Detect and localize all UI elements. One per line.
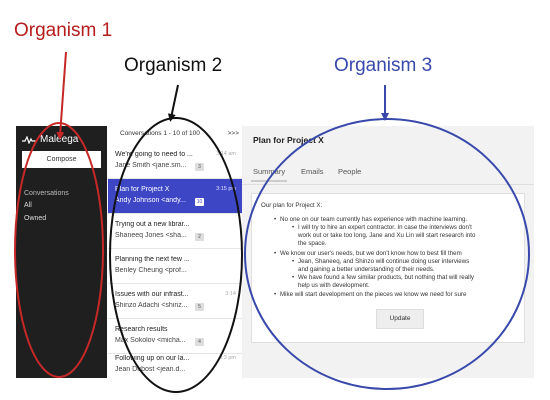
list-item-subject: Trying out a new librar... [115, 221, 190, 228]
message-count-badge: 4 [195, 338, 204, 346]
summary-subbullet-cont: and gaining a better understanding of th… [298, 266, 435, 273]
list-item[interactable]: Planning the next few ... Benley Cheung … [108, 249, 242, 284]
conversation-list: Conversations 1 - 10 of 100 >>> We're go… [108, 126, 242, 378]
list-item-sender: Shaneeq Jones <sha... [115, 232, 187, 239]
brand: Maleega [22, 134, 78, 145]
summary-bullet: No one on our team currently has experie… [274, 216, 467, 223]
list-item-subject: Issues with our infrast... [115, 291, 189, 298]
list-item-subject: Following up on our la... [115, 355, 190, 362]
list-item-sender: Max Sokolov <micha... [115, 337, 186, 344]
list-item-time: 3:14 [225, 291, 236, 297]
summary-intro: Our plan for Project X: [261, 202, 323, 209]
message-count-badge: 2 [195, 233, 204, 241]
sidebar: Maleega Compose Conversations All Owned [16, 126, 107, 378]
list-item-subject: Research results [115, 326, 168, 333]
list-item[interactable]: Trying out a new librar... Shaneeq Jones… [108, 214, 242, 249]
list-item-time: 3:3 pm [219, 355, 236, 361]
organism-1-label: Organism 1 [14, 20, 113, 41]
detail-title: Plan for Project X [253, 135, 324, 145]
list-item-sender: Shinzo Adachi <shinz... [115, 302, 188, 309]
list-item-time: 3:14 am [216, 151, 236, 157]
summary-panel: Our plan for Project X: No one on our te… [251, 193, 525, 343]
tab-people[interactable]: People [338, 167, 361, 176]
summary-subbullet: I will try to hire an expert contractor.… [292, 224, 472, 231]
list-item-sender: Benley Cheung <prof... [115, 267, 187, 274]
summary-subbullet: Jean, Shaneeq, and Shinzo will continue … [292, 258, 469, 265]
next-page-button[interactable]: >>> [228, 130, 239, 137]
summary-subbullet: We have found a few similar products, bu… [292, 274, 474, 281]
summary-subbullet-cont: help us with development. [298, 282, 370, 289]
summary-bullet: Mike will start development on the piece… [274, 291, 466, 298]
tab-summary[interactable]: Summary [250, 167, 288, 182]
organism-1-arrow [56, 51, 67, 140]
list-item[interactable]: We're going to need to ... Jane Smith <j… [108, 144, 242, 179]
list-item-subject: Planning the next few ... [115, 256, 190, 263]
organism-3-label: Organism 3 [334, 55, 433, 76]
summary-subbullet-cont: the space. [298, 240, 327, 247]
brand-name: Maleega [40, 134, 79, 145]
tab-emails[interactable]: Emails [301, 167, 324, 176]
summary-bullet: We know our user's needs, but we don't k… [274, 250, 462, 257]
list-header: Conversations 1 - 10 of 100 >>> [108, 126, 242, 144]
compose-button[interactable]: Compose [22, 151, 101, 168]
list-item[interactable]: Following up on our la... Jean Dubost <j… [108, 348, 242, 378]
list-item-selected[interactable]: Plan for Project X Andy Johnson <andy...… [108, 179, 242, 214]
list-item-subject: We're going to need to ... [115, 151, 193, 158]
list-item-sender: Jane Smith <jane.sm... [115, 162, 187, 169]
conversation-detail: Plan for Project X Summary Emails People… [242, 126, 534, 378]
message-count-badge: 5 [195, 303, 204, 311]
detail-tabs: Summary Emails People [242, 164, 534, 185]
list-item-time: 3:15 pm [216, 186, 236, 192]
sidebar-item-all[interactable]: All [24, 202, 32, 209]
list-item-sender: Andy Johnson <andy... [115, 197, 186, 204]
sidebar-section-conversations: Conversations [24, 190, 69, 197]
list-item-sender: Jean Dubost <jean.d... [115, 366, 186, 373]
organism-2-label: Organism 2 [124, 55, 223, 76]
sidebar-item-owned[interactable]: Owned [24, 215, 46, 222]
pulse-logo-icon [22, 135, 36, 144]
conversation-count: Conversations 1 - 10 of 100 [120, 130, 200, 137]
summary-subbullet-cont: work out or take too long, Jane and Xu L… [298, 232, 476, 239]
organism-2-arrow [167, 84, 179, 122]
message-count-badge: 10 [195, 198, 204, 206]
list-item[interactable]: Issues with our infrast... Shinzo Adachi… [108, 284, 242, 319]
update-button[interactable]: Update [376, 309, 424, 329]
list-item-subject: Plan for Project X [115, 186, 170, 193]
message-count-badge: 3 [195, 163, 204, 171]
